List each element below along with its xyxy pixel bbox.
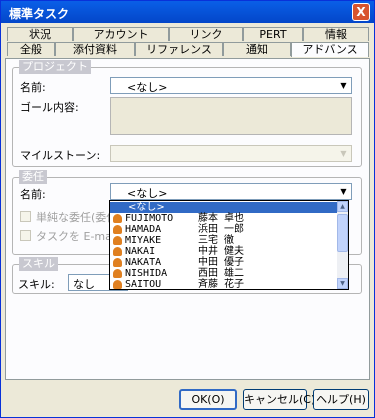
project-name-value: <なし> [127,81,168,94]
chevron-down-icon[interactable]: ▼ [337,147,350,160]
list-item[interactable]: <なし> [110,202,338,213]
goal-content-field[interactable] [110,97,352,135]
tab-advanced[interactable]: アドバンス [291,42,369,57]
list-item[interactable]: HAMADA 浜田 一郎 [110,224,338,235]
chevron-down-icon[interactable]: ▼ [337,79,350,92]
user-icon [113,269,122,278]
window-title: 標準タスク [9,7,70,21]
list-item[interactable]: MIYAKE 三宅 徹 [110,235,338,246]
cancel-button[interactable]: キャンセル(C) [243,389,315,410]
scroll-thumb[interactable] [337,214,348,252]
tab-general[interactable]: 全般 [7,42,55,56]
tab-attachments[interactable]: 添付資料 [55,42,135,56]
email-task-checkbox[interactable] [20,230,31,241]
user-icon [113,280,122,289]
tab-reference[interactable]: リファレンス [135,42,223,56]
tab-pert[interactable]: PERT [243,27,303,41]
title-bar: 標準タスク X [1,1,374,23]
list-item[interactable]: FUJIMOTO 藤本 卓也 [110,213,338,224]
user-icon [113,258,122,267]
list-item[interactable]: NISHIDA 西田 雄二 [110,268,338,279]
user-icon [113,214,122,223]
chevron-down-icon[interactable]: ▼ [337,185,350,198]
skill-label: スキル: [18,278,55,291]
tab-link[interactable]: リンク [169,27,243,41]
user-icon [113,225,122,234]
delegate-dropdown-list[interactable]: <なし> FUJIMOTO 藤本 卓也 HAMADA 浜田 一郎 MIYAKE … [109,200,349,290]
simple-delegation-checkbox[interactable] [20,211,31,222]
skill-group-label: スキル [19,257,58,271]
tab-account[interactable]: アカウント [73,27,169,41]
delegate-name-select[interactable]: <なし> ▼ [110,183,352,200]
milestone-select[interactable]: ▼ [110,145,352,162]
milestone-label: マイルストーン: [20,149,101,162]
close-button[interactable]: X [352,3,370,21]
user-icon [113,247,122,256]
help-button[interactable]: ヘルプ(H) [313,389,369,410]
tab-info[interactable]: 情報 [303,27,369,41]
goal-content-label: ゴール内容: [20,101,79,114]
delegate-name-label: 名前: [20,188,46,201]
task-dialog-window: 標準タスク X 状況 アカウント リンク PERT 情報 全般 添付資料 リファ… [0,0,375,418]
delegation-group-label: 委任 [19,170,47,184]
project-name-select[interactable]: <なし> ▼ [110,77,352,94]
scroll-down-icon[interactable]: ▼ [337,278,348,289]
tab-status[interactable]: 状況 [7,27,73,41]
delegate-name-value: <なし> [127,187,168,200]
list-item[interactable]: SAITOU 斉藤 花子 [110,279,338,289]
ok-button[interactable]: OK(O) [179,389,237,410]
tab-notification[interactable]: 通知 [223,42,291,56]
project-group-label: プロジェクト [19,60,91,74]
scroll-up-icon[interactable]: ▲ [337,201,348,212]
project-name-label: 名前: [20,81,46,94]
user-icon [113,236,122,245]
skill-value: なし [73,278,95,291]
simple-delegation-label: 単純な委任(委任 [36,211,118,224]
list-item[interactable]: NAKAI 中井 健夫 [110,246,338,257]
dropdown-scrollbar[interactable]: ▲ ▼ [337,201,348,289]
list-item[interactable]: NAKATA 中田 優子 [110,257,338,268]
